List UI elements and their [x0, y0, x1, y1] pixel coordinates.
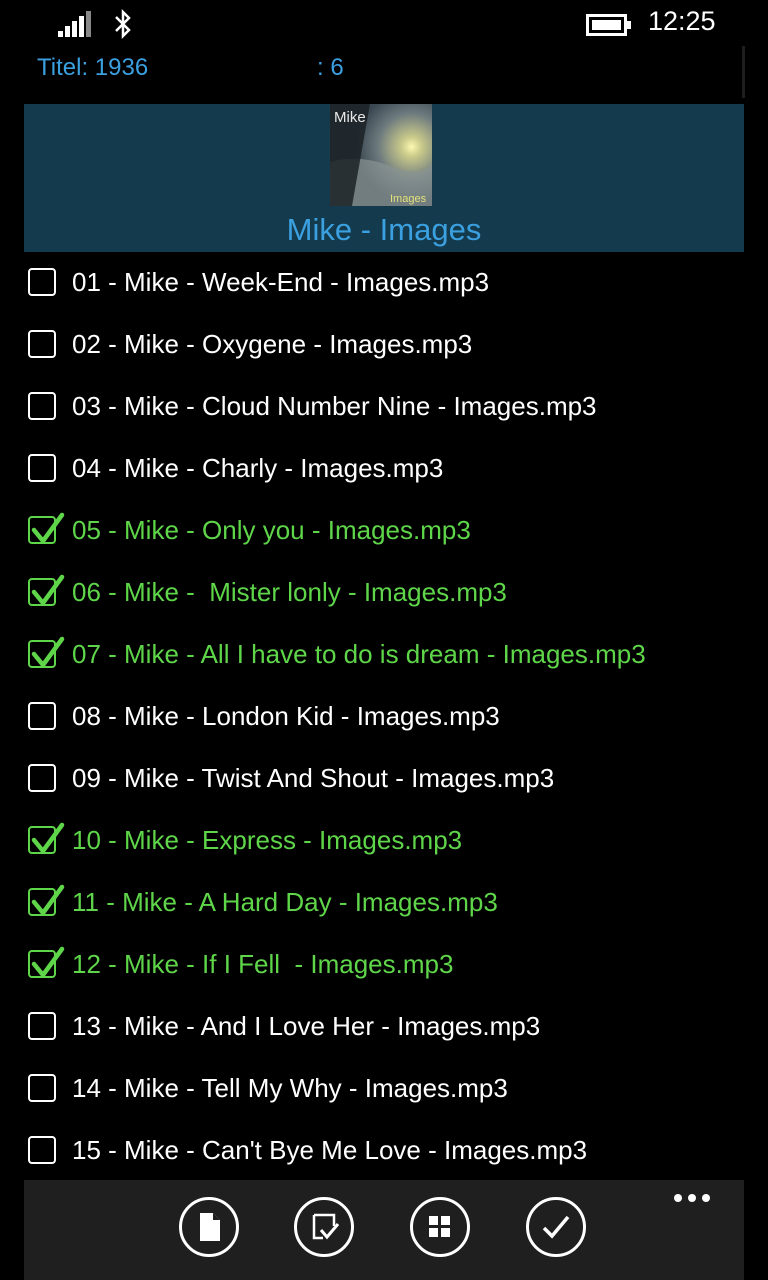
document-button[interactable]	[179, 1197, 239, 1257]
track-label: 14 - Mike - Tell My Why - Images.mp3	[72, 1073, 508, 1103]
album-cover: Mike Images	[330, 104, 432, 206]
document-icon	[200, 1213, 220, 1241]
track-item[interactable]: 08 - Mike - London Kid - Images.mp3	[28, 689, 748, 751]
track-item[interactable]: 13 - Mike - And I Love Her - Images.mp3	[28, 999, 748, 1061]
checkmark-icon	[31, 884, 65, 916]
track-label: 10 - Mike - Express - Images.mp3	[72, 825, 463, 855]
checkmark-icon	[31, 512, 65, 544]
track-item[interactable]: 15 - Mike - Can't Bye Me Love - Images.m…	[28, 1123, 748, 1180]
checkmark-icon	[31, 946, 65, 978]
track-label: 08 - Mike - London Kid - Images.mp3	[72, 701, 500, 731]
track-label: 03 - Mike - Cloud Number Nine - Images.m…	[72, 391, 597, 421]
track-label: 01 - Mike - Week-End - Images.mp3	[72, 267, 490, 297]
track-checkbox[interactable]	[28, 392, 56, 420]
track-checkbox[interactable]	[28, 946, 65, 978]
track-checkbox[interactable]	[28, 764, 56, 792]
info-row: Titel: 1936 : 6	[37, 50, 737, 90]
track-checkbox[interactable]	[28, 1136, 56, 1164]
status-bar: 12:25	[0, 0, 768, 50]
checkmark-icon	[31, 822, 65, 854]
track-checkbox[interactable]	[28, 1012, 56, 1040]
track-label: 12 - Mike - If I Fell - Images.mp3	[72, 949, 454, 979]
track-label: 06 - Mike - Mister lonly - Images.mp3	[72, 577, 507, 607]
grid-icon	[429, 1216, 450, 1237]
accept-button[interactable]	[526, 1197, 586, 1257]
track-label: 07 - Mike - All I have to do is dream - …	[72, 639, 646, 669]
track-checkbox[interactable]	[28, 702, 56, 730]
album-title: Mike - Images	[286, 212, 482, 247]
svg-text:Images: Images	[390, 193, 427, 205]
checkmark-icon	[31, 636, 65, 668]
select-items-button[interactable]	[294, 1197, 354, 1257]
tiles-button[interactable]	[410, 1197, 470, 1257]
track-item[interactable]: 02 - Mike - Oxygene - Images.mp3	[28, 317, 748, 379]
track-checkbox[interactable]	[28, 636, 65, 668]
track-item[interactable]: 12 - Mike - If I Fell - Images.mp3	[28, 937, 748, 999]
track-label: 05 - Mike - Only you - Images.mp3	[72, 515, 471, 545]
title-count-label: Titel: 1936	[37, 54, 149, 81]
track-checkbox[interactable]	[28, 512, 65, 544]
check-icon	[542, 1215, 570, 1239]
track-checkbox[interactable]	[28, 574, 65, 606]
track-checkbox[interactable]	[28, 268, 56, 296]
track-item[interactable]: 09 - Mike - Twist And Shout - Images.mp3	[28, 751, 748, 813]
scroll-edge	[742, 46, 745, 98]
track-item[interactable]: 05 - Mike - Only you - Images.mp3	[28, 503, 748, 565]
track-label: 15 - Mike - Can't Bye Me Love - Images.m…	[72, 1135, 588, 1165]
more-options-icon[interactable]	[674, 1190, 714, 1206]
clock: 12:25	[648, 6, 716, 36]
track-item[interactable]: 11 - Mike - A Hard Day - Images.mp3	[28, 875, 748, 937]
select-checklist-icon	[312, 1213, 340, 1240]
track-item[interactable]: 10 - Mike - Express - Images.mp3	[28, 813, 748, 875]
track-item[interactable]: 06 - Mike - Mister lonly - Images.mp3	[28, 565, 748, 627]
selected-count-label: : 6	[317, 54, 344, 81]
track-checkbox[interactable]	[28, 884, 65, 916]
checkmark-icon	[31, 574, 65, 606]
track-label: 09 - Mike - Twist And Shout - Images.mp3	[72, 763, 555, 793]
track-list: 01 - Mike - Week-End - Images.mp3 02 - Mi…	[28, 255, 748, 1180]
track-label: 02 - Mike - Oxygene - Images.mp3	[72, 329, 473, 359]
track-label: 13 - Mike - And I Love Her - Images.mp3	[72, 1011, 541, 1041]
track-item[interactable]: 03 - Mike - Cloud Number Nine - Images.m…	[28, 379, 748, 441]
signal-strength-icon	[58, 11, 91, 37]
track-checkbox[interactable]	[28, 454, 56, 482]
track-item[interactable]: 04 - Mike - Charly - Images.mp3	[28, 441, 748, 503]
album-header: Mike Images Mike - Images	[24, 104, 744, 252]
track-checkbox[interactable]	[28, 822, 65, 854]
track-item[interactable]: 07 - Mike - All I have to do is dream - …	[28, 627, 748, 689]
track-checkbox[interactable]	[28, 1074, 56, 1102]
bluetooth-icon	[115, 9, 131, 39]
battery-icon	[586, 14, 631, 36]
svg-text:Mike: Mike	[334, 109, 366, 126]
track-label: 11 - Mike - A Hard Day - Images.mp3	[72, 887, 498, 917]
track-item[interactable]: 14 - Mike - Tell My Why - Images.mp3	[28, 1061, 748, 1123]
app-bar	[24, 1180, 744, 1280]
track-label: 04 - Mike - Charly - Images.mp3	[72, 453, 444, 483]
track-checkbox[interactable]	[28, 330, 56, 358]
track-item[interactable]: 01 - Mike - Week-End - Images.mp3	[28, 255, 748, 317]
